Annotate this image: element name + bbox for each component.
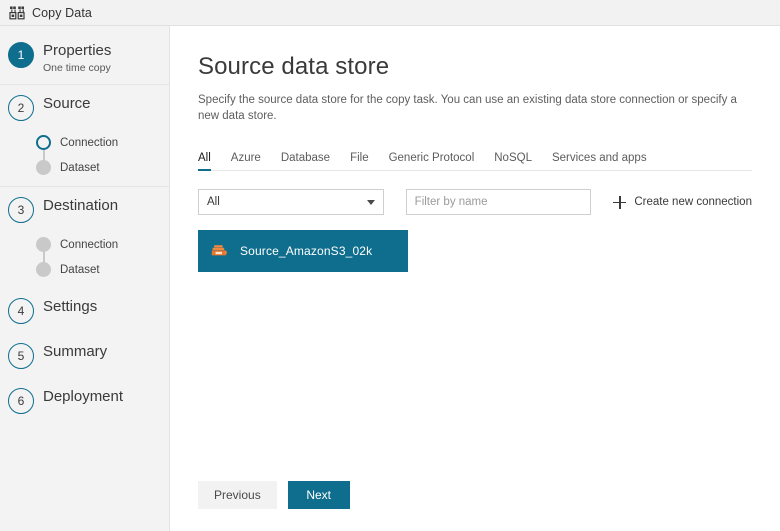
wizard-body: 1 Properties One time copy 2 Source Conn… (0, 26, 780, 531)
substep-label-source-connection: Connection (60, 136, 119, 149)
step-badge-1: 1 (8, 42, 34, 68)
category-select[interactable]: All (198, 189, 384, 215)
substep-label-destination-dataset: Dataset (60, 263, 100, 276)
chevron-down-icon (366, 199, 375, 205)
step-sublabel-properties: One time copy (43, 62, 111, 74)
tab-nosql[interactable]: NoSQL (494, 152, 532, 170)
sidebar-substep-destination-dataset[interactable]: Dataset (0, 257, 169, 282)
step-group-destination: 3 Destination Connection Dataset (0, 186, 169, 288)
copy-data-wizard-window: Copy Data 1 Properties One time copy 2 S… (0, 0, 780, 531)
main-content-panel: Source data store Specify the source dat… (170, 26, 780, 531)
wizard-footer: Previous Next (198, 481, 752, 531)
plus-icon (613, 195, 627, 209)
step-label-properties: Properties (43, 42, 112, 59)
substep-dot-destination-dataset (36, 262, 51, 277)
sidebar-substep-destination-connection[interactable]: Connection (0, 232, 169, 257)
substep-dot-destination-connection (36, 237, 51, 252)
category-select-value: All (207, 196, 220, 208)
category-tab-bar: All Azure Database File Generic Protocol… (198, 146, 752, 171)
sidebar-substep-source-connection[interactable]: Connection (0, 130, 169, 155)
main-spacer (198, 272, 752, 481)
sidebar-step-destination[interactable]: 3 Destination (0, 187, 169, 232)
step-label-settings: Settings (43, 298, 98, 315)
sidebar-substep-source-dataset[interactable]: Dataset (0, 155, 169, 180)
sidebar-step-settings[interactable]: 4 Settings (0, 288, 169, 333)
wizard-step-sidebar: 1 Properties One time copy 2 Source Conn… (0, 26, 170, 531)
step-badge-2: 2 (8, 95, 34, 121)
substeps-destination: Connection Dataset (0, 232, 169, 288)
step-texts-settings: Settings (43, 297, 97, 316)
tab-generic-protocol[interactable]: Generic Protocol (389, 152, 475, 170)
connection-tile-source-amazons3[interactable]: Source_AmazonS3_02k (198, 230, 408, 272)
step-badge-5: 5 (8, 343, 34, 369)
step-label-summary: Summary (43, 343, 108, 360)
previous-button[interactable]: Previous (198, 481, 277, 509)
filter-toolbar: All Create new connection (198, 189, 752, 215)
step-texts-source: Source (43, 94, 91, 113)
tab-azure[interactable]: Azure (231, 152, 261, 170)
create-new-connection-label: Create new connection (634, 196, 752, 208)
amazon-s3-icon (211, 245, 227, 256)
step-group-properties: 1 Properties One time copy (0, 32, 169, 84)
tab-file[interactable]: File (350, 152, 369, 170)
step-group-deployment: 6 Deployment (0, 378, 169, 423)
step-label-deployment: Deployment (43, 388, 124, 405)
next-button[interactable]: Next (287, 481, 350, 509)
step-badge-4: 4 (8, 298, 34, 324)
substep-dot-source-dataset (36, 160, 51, 175)
step-texts-deployment: Deployment (43, 387, 123, 406)
page-description: Specify the source data store for the co… (198, 94, 737, 122)
sidebar-step-source[interactable]: 2 Source (0, 85, 169, 130)
step-group-settings: 4 Settings (0, 288, 169, 333)
step-texts-properties: Properties One time copy (43, 41, 111, 75)
step-label-destination: Destination (43, 197, 119, 214)
window-title: Copy Data (32, 5, 92, 20)
tab-all[interactable]: All (198, 152, 211, 171)
page-title: Source data store (198, 53, 390, 80)
sidebar-step-deployment[interactable]: 6 Deployment (0, 378, 169, 423)
substep-label-destination-connection: Connection (60, 238, 119, 251)
filter-by-name-input[interactable] (405, 189, 592, 215)
copy-data-icon (9, 6, 25, 19)
step-group-summary: 5 Summary (0, 333, 169, 378)
step-badge-6: 6 (8, 388, 34, 414)
step-label-source: Source (43, 95, 91, 112)
step-group-source: 2 Source Connection Dataset (0, 84, 169, 186)
step-texts-destination: Destination (43, 196, 118, 215)
connection-tile-label: Source_AmazonS3_02k (240, 244, 373, 258)
step-texts-summary: Summary (43, 342, 107, 361)
sidebar-step-properties[interactable]: 1 Properties One time copy (0, 32, 169, 84)
tab-database[interactable]: Database (281, 152, 330, 170)
tab-services-and-apps[interactable]: Services and apps (552, 152, 647, 170)
substep-label-source-dataset: Dataset (60, 161, 100, 174)
window-titlebar: Copy Data (0, 0, 780, 26)
step-badge-3: 3 (8, 197, 34, 223)
connection-tile-list: Source_AmazonS3_02k (198, 230, 752, 272)
substeps-source: Connection Dataset (0, 130, 169, 186)
create-new-connection-button[interactable]: Create new connection (613, 195, 752, 209)
substep-dot-source-connection (36, 135, 51, 150)
sidebar-step-summary[interactable]: 5 Summary (0, 333, 169, 378)
